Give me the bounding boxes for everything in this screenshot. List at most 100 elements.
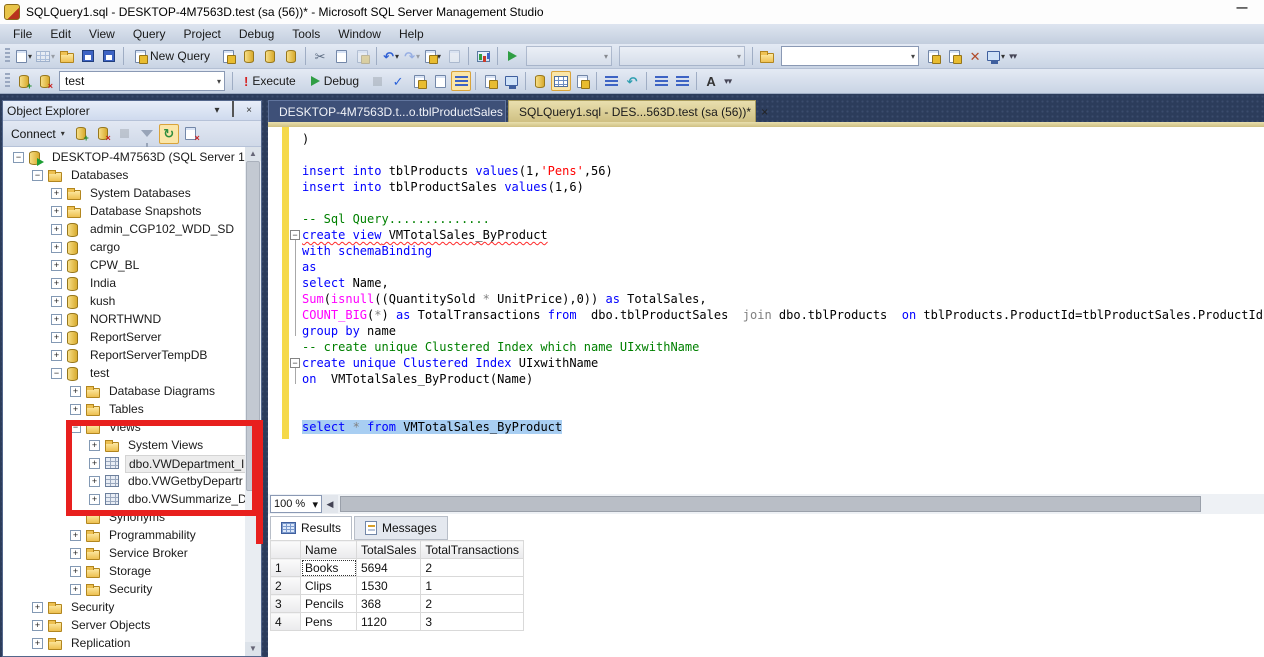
tree-item-cargo[interactable]: + cargo [3,239,247,257]
zoom-select[interactable]: 100 % ▾ [270,495,322,513]
expand-icon[interactable]: + [70,386,81,397]
tree-item-label[interactable]: DESKTOP-4M7563D (SQL Server 12.0 [49,149,261,165]
tree-item-reportservertempdb[interactable]: + ReportServerTempDB [3,347,247,365]
expand-icon[interactable]: + [89,440,100,451]
tree-item-dbo-vwdepartment-i[interactable]: + dbo.VWDepartment_I [3,455,249,473]
column-header-totalsales[interactable]: TotalSales [355,540,422,559]
disable-report-icon[interactable]: × [181,124,201,144]
code-line[interactable]: -- Sql Query.............. [268,211,1264,227]
minimize-button[interactable]: — [1234,2,1250,16]
tree-item-security[interactable]: + Security [3,599,247,617]
tree-item-desktop-4m7563d-sql-server-12-0[interactable]: − DESKTOP-4M7563D (SQL Server 12.0 [3,149,261,167]
toolbar-combo-2[interactable]: ▾ [619,46,746,66]
execute-button[interactable]: ! Execute [237,71,303,91]
grid-cell[interactable]: 2 [420,594,524,613]
copy-icon[interactable] [331,46,351,66]
menu-edit[interactable]: Edit [41,25,80,43]
tree-item-label[interactable]: kush [87,293,118,309]
expand-icon[interactable]: + [51,296,62,307]
menu-help[interactable]: Help [390,25,433,43]
results-to-grid-icon[interactable] [551,71,572,91]
scrollbar-thumb[interactable] [246,161,260,491]
expand-icon[interactable]: + [51,260,62,271]
expand-icon[interactable]: + [70,566,81,577]
code-line[interactable]: − create view VMTotalSales_ByProduct [268,227,1264,243]
new-query-button[interactable]: New Query [128,46,217,66]
save-icon[interactable] [78,46,98,66]
code-line[interactable] [268,403,1264,419]
fold-collapse-icon[interactable]: − [290,230,300,240]
menu-file[interactable]: File [4,25,41,43]
tree-item-storage[interactable]: + Storage [3,563,247,581]
code-line[interactable] [268,387,1264,403]
specify-values-icon[interactable]: A [701,71,721,91]
grid-cell[interactable]: 1530 [355,576,422,595]
tree-item-label[interactable]: Databases [68,167,131,183]
collapse-icon[interactable]: − [13,152,24,163]
comment-selection-icon[interactable] [601,71,621,91]
tree-item-label[interactable]: Server Objects [68,617,153,633]
tree-item-label[interactable]: Service Broker [106,545,191,561]
expand-icon[interactable]: + [51,314,62,325]
code-line[interactable] [268,147,1264,163]
decrease-indent-icon[interactable] [651,71,671,91]
code-line[interactable]: as [268,259,1264,275]
pin-icon[interactable] [225,100,241,118]
display-estimated-plan-icon[interactable] [480,71,500,91]
start-icon[interactable] [502,46,522,66]
tab-messages[interactable]: Messages [354,516,448,540]
increase-indent-icon[interactable] [672,71,692,91]
row-number[interactable]: 3 [270,594,301,613]
tree-item-label[interactable]: Database Diagrams [106,383,218,399]
tree-item-server-objects[interactable]: + Server Objects [3,617,247,635]
code-line[interactable]: select Name, [268,275,1264,291]
show-results-pane-icon[interactable] [451,71,472,91]
mdx-query-icon[interactable] [239,46,259,66]
tree-item-alwayson-high-availability[interactable]: +AlwaysOn High Availability [3,653,247,656]
grid-cell[interactable]: 3 [420,612,524,631]
tree-item-label[interactable]: admin_CGP102_WDD_SD [87,221,237,237]
menu-query[interactable]: Query [124,25,175,43]
grid-cell[interactable]: 1120 [355,612,422,631]
save-all-icon[interactable] [99,46,119,66]
code-line[interactable]: insert into tblProducts values(1,'Pens',… [268,163,1264,179]
expand-icon[interactable]: + [32,620,43,631]
grid-cell[interactable]: Books [300,558,357,577]
tree-item-dbo-vwsummarize-d[interactable]: + dbo.VWSummarize_D [3,491,247,509]
tree-item-label[interactable]: ReportServer [87,329,164,345]
debug-button[interactable]: Debug [304,71,366,91]
tree-item-label[interactable]: cargo [87,239,123,255]
code-line[interactable]: COUNT_BIG(*) as TotalTransactions from d… [268,307,1264,323]
tree-item-label[interactable]: System Databases [87,185,194,201]
tree-item-label[interactable]: AlwaysOn High Availability [68,653,215,656]
close-icon[interactable]: × [241,104,257,118]
xmla-query-icon[interactable] [281,46,301,66]
menu-project[interactable]: Project [175,25,230,43]
tree-item-label[interactable]: CPW_BL [87,257,142,273]
grid-cell[interactable]: 2 [420,558,524,577]
code-line[interactable]: select * from VMTotalSales_ByProduct [268,419,1264,435]
tree-item-label[interactable]: NORTHWND [87,311,164,327]
expand-icon[interactable]: + [70,530,81,541]
database-engine-query-icon[interactable] [218,46,238,66]
tree-item-label[interactable]: Security [68,599,117,615]
expand-icon[interactable]: + [89,476,100,487]
tree-item-label[interactable]: Storage [106,563,154,579]
tree-item-northwnd[interactable]: + NORTHWND [3,311,247,329]
collapse-icon[interactable]: − [32,170,43,181]
expand-icon[interactable]: + [70,548,81,559]
tree-item-databases[interactable]: − Databases [3,167,247,185]
tree-item-label[interactable]: System Views [125,437,206,453]
expand-icon[interactable]: + [51,224,62,235]
code-line[interactable] [268,195,1264,211]
connect-database-icon[interactable]: + [71,124,91,144]
tree-item-service-broker[interactable]: + Service Broker [3,545,247,563]
find-combo[interactable]: ▾ [781,46,920,66]
chevron-down-icon[interactable]: ▾ [209,104,225,118]
grid-cell[interactable]: 5694 [355,558,422,577]
tree-item-label[interactable]: Security [106,581,155,597]
tree-item-label[interactable]: Programmability [106,527,199,543]
column-header-totaltransactions[interactable]: TotalTransactions [420,540,524,559]
expand-icon[interactable]: + [51,242,62,253]
connect-button[interactable]: Connect ▾ [7,125,69,143]
